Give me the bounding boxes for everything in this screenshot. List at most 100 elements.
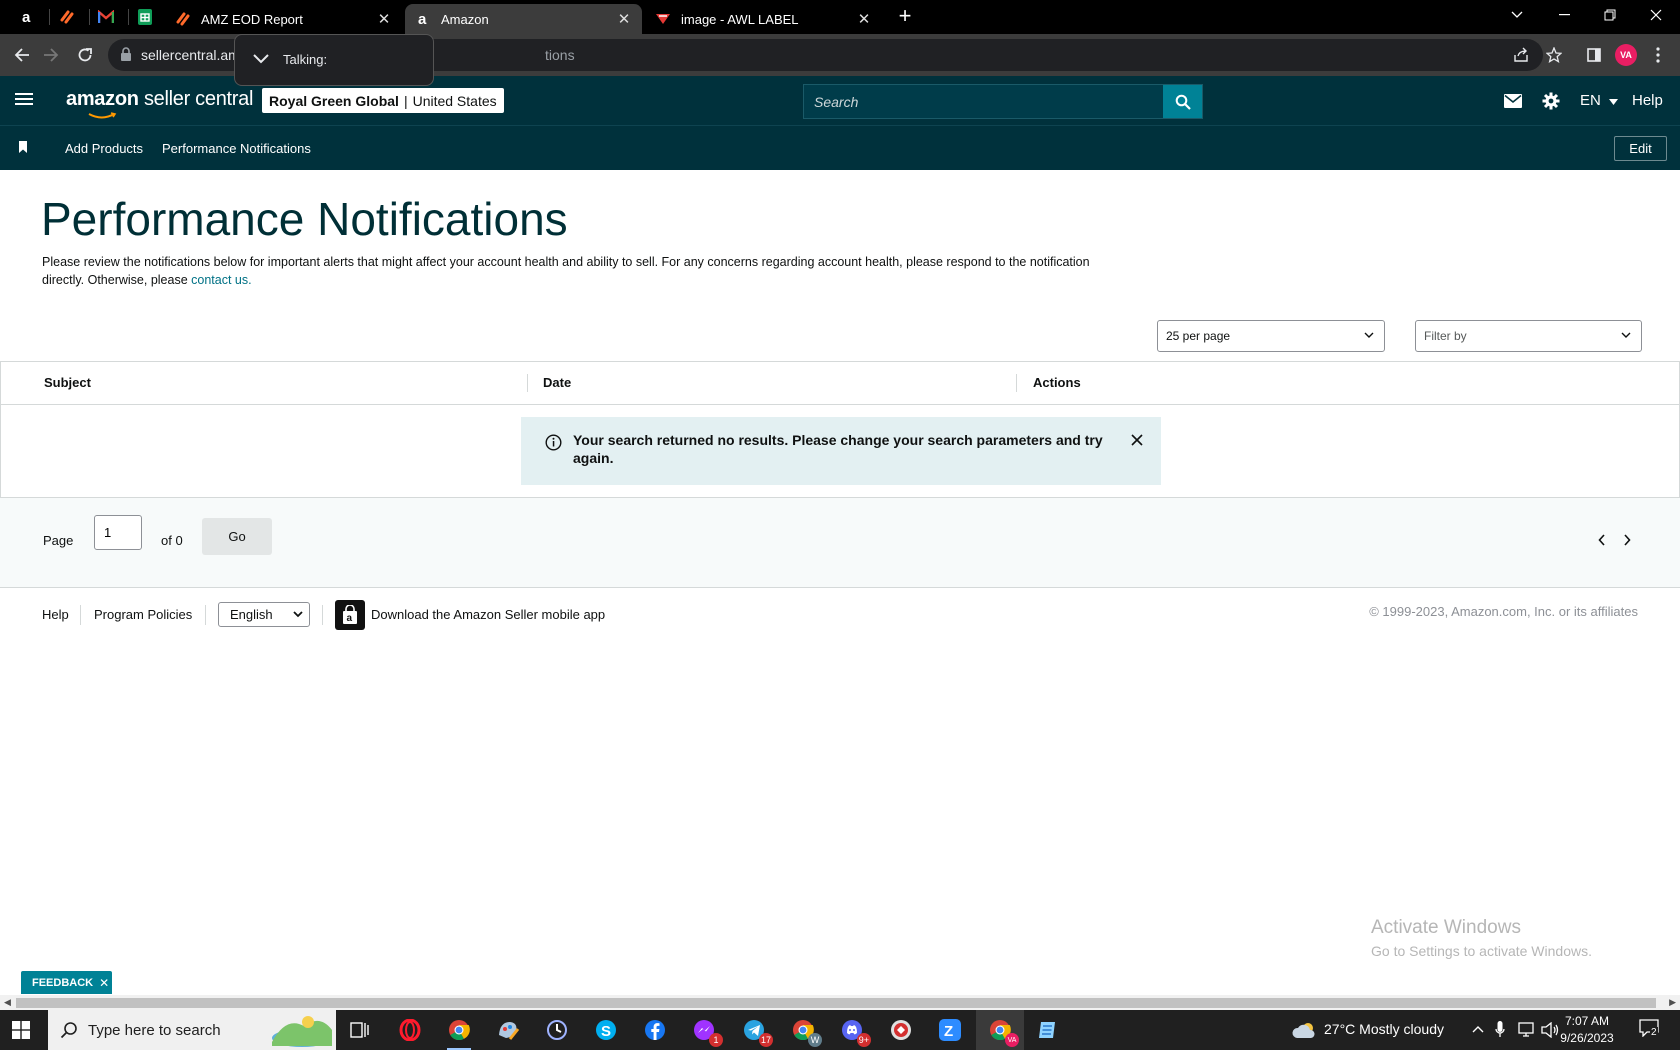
forward-button[interactable] (38, 42, 64, 68)
minimize-button[interactable] (1541, 0, 1587, 30)
page-total: of 0 (161, 533, 183, 548)
column-date[interactable]: Date (543, 375, 571, 390)
filter-by-select[interactable]: Filter by (1415, 320, 1642, 352)
chrome-profile-va-icon[interactable]: VA (986, 1016, 1019, 1047)
notes-app-icon[interactable] (1034, 1016, 1062, 1044)
paint-app-icon[interactable] (494, 1016, 522, 1044)
zoom-icon[interactable]: Z (936, 1016, 964, 1044)
chrome-profile-w-icon[interactable]: W (789, 1016, 822, 1047)
network-icon[interactable] (1517, 1022, 1535, 1038)
close-icon[interactable]: ✕ (99, 976, 109, 990)
account-switcher[interactable]: Royal Green Global | United States (262, 88, 504, 113)
amazon-icon: a (22, 9, 31, 25)
reload-button[interactable] (72, 42, 98, 68)
svg-text:a: a (22, 9, 31, 25)
pinned-tab-gmail[interactable] (93, 5, 119, 29)
notification-badge: 1 (709, 1033, 723, 1047)
chrome-icon[interactable] (445, 1016, 473, 1050)
facebook-icon[interactable] (641, 1016, 669, 1044)
next-page-icon[interactable] (1623, 534, 1631, 546)
task-view-icon[interactable] (346, 1016, 374, 1044)
talking-popup[interactable]: Talking: (234, 34, 434, 86)
gmail-icon (98, 10, 114, 23)
activate-windows-watermark: Activate Windows Go to Settings to activ… (1371, 917, 1592, 959)
column-subject[interactable]: Subject (44, 375, 91, 390)
per-page-select[interactable]: 25 per page (1157, 320, 1385, 352)
search-input[interactable] (804, 85, 1164, 118)
settings-gear-icon[interactable] (1540, 90, 1562, 112)
browser-menu-icon[interactable] (1647, 44, 1669, 66)
download-app-link[interactable]: Download the Amazon Seller mobile app (371, 607, 605, 622)
messenger-icon[interactable]: 1 (690, 1016, 723, 1047)
mail-icon[interactable] (1502, 90, 1524, 112)
close-icon[interactable] (1131, 434, 1143, 446)
footer-help-link[interactable]: Help (42, 607, 69, 622)
profile-avatar[interactable]: VA (1615, 44, 1637, 66)
close-tab-icon[interactable]: ✕ (856, 10, 872, 28)
seller-app-icon[interactable]: a (335, 600, 365, 630)
windows-start-icon[interactable] (12, 1021, 30, 1039)
scrollbar-thumb[interactable] (16, 998, 1656, 1008)
svg-text:a: a (418, 11, 427, 27)
scroll-left-icon[interactable]: ◀ (4, 997, 11, 1008)
go-button[interactable]: Go (202, 518, 272, 555)
notification-badge: 17 (758, 1033, 773, 1047)
close-window-button[interactable] (1633, 0, 1679, 30)
discord-icon[interactable]: 9+ (838, 1016, 871, 1047)
pinned-tab-sheets[interactable] (132, 5, 158, 29)
skype-icon[interactable]: S (592, 1016, 620, 1044)
feedback-tab[interactable]: FEEDBACK ✕ (21, 971, 112, 994)
search-button[interactable] (1163, 85, 1202, 118)
nav-add-products[interactable]: Add Products (65, 141, 143, 156)
browser-tab-strip: a AMZ EOD Report ✕ a Amazon ✕ image - AW… (0, 0, 1680, 34)
side-panel-icon[interactable] (1583, 44, 1605, 66)
page-description: Please review the notifications below fo… (42, 255, 1090, 287)
close-tab-icon[interactable]: ✕ (616, 10, 632, 28)
clock-app-icon[interactable] (543, 1016, 571, 1044)
caret-down-icon (1609, 99, 1619, 105)
scroll-right-icon[interactable]: ▶ (1669, 997, 1676, 1008)
back-button[interactable] (9, 42, 35, 68)
edit-nav-button[interactable]: Edit (1614, 136, 1667, 161)
new-tab-button[interactable]: + (894, 5, 916, 28)
nav-performance-notifications[interactable]: Performance Notifications (162, 141, 311, 156)
restore-button[interactable] (1587, 0, 1633, 30)
cloudy-weather-icon (1292, 1023, 1315, 1038)
weather-text[interactable]: 27°C Mostly cloudy (1324, 1021, 1444, 1037)
chevron-up-icon[interactable] (1472, 1025, 1484, 1033)
system-clock[interactable]: 7:07 AM 9/26/2023 (1555, 1013, 1619, 1047)
share-icon[interactable] (1510, 44, 1532, 66)
close-tab-icon[interactable]: ✕ (376, 10, 392, 28)
chevron-down-icon (1364, 332, 1374, 338)
program-policies-link[interactable]: Program Policies (94, 607, 192, 622)
tab-search-icon[interactable] (1494, 0, 1540, 30)
taskbar-search[interactable]: Type here to search (48, 1010, 336, 1050)
reload-icon (78, 48, 92, 62)
hamburger-menu-icon[interactable] (15, 92, 33, 106)
pinned-tab-amazon[interactable]: a (14, 5, 40, 29)
anydesk-icon[interactable] (887, 1016, 915, 1044)
seller-search (803, 84, 1203, 119)
microphone-icon[interactable] (1495, 1021, 1505, 1039)
seller-central-logo[interactable]: amazon seller central (66, 88, 253, 119)
notification-badge: 9+ (856, 1033, 871, 1047)
tab-awl-label[interactable]: image - AWL LABEL ✕ (645, 4, 882, 34)
help-link[interactable]: Help (1632, 92, 1663, 109)
footer-language-select[interactable]: English (218, 602, 310, 627)
page-number-input[interactable] (94, 515, 142, 550)
language-selector[interactable]: EN (1580, 92, 1619, 109)
page-label: Page (43, 533, 74, 548)
notification-center-icon[interactable]: 2 (1639, 1019, 1663, 1041)
bookmark-icon[interactable] (18, 141, 28, 153)
profile-badge: W (808, 1033, 822, 1047)
contact-us-link[interactable]: contact us. (191, 273, 251, 287)
opera-icon[interactable] (396, 1016, 424, 1044)
chevron-down-icon (1621, 332, 1631, 338)
bookmark-star-icon[interactable] (1543, 44, 1565, 66)
horizontal-scrollbar[interactable]: ◀ ▶ (0, 995, 1680, 1011)
telegram-icon[interactable]: 17 (740, 1016, 773, 1047)
tab-amz-eod-report[interactable]: AMZ EOD Report ✕ (165, 4, 402, 34)
tab-amazon[interactable]: a Amazon ✕ (405, 4, 642, 34)
previous-page-icon[interactable] (1598, 534, 1606, 546)
pinned-tab-zapier[interactable] (54, 5, 80, 29)
